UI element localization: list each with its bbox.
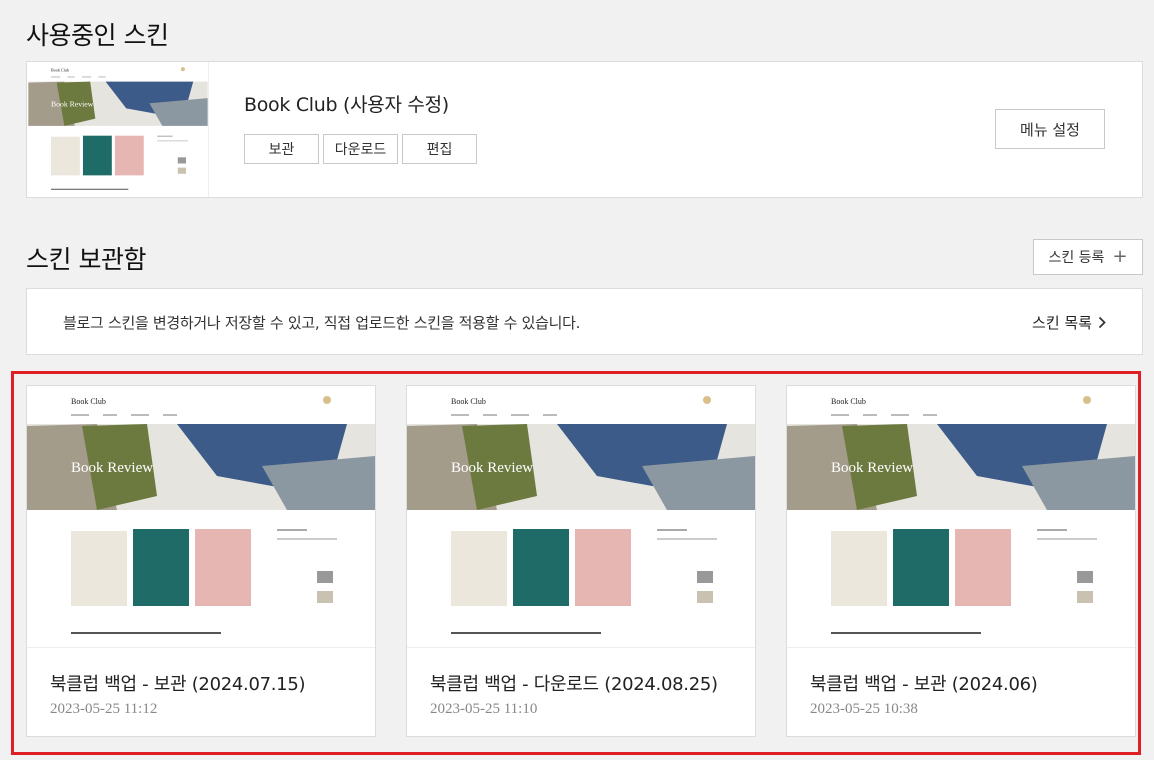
register-skin-label: 스킨 등록 <box>1048 250 1105 266</box>
storage-info-bar: 블로그 스킨을 변경하거나 저장할 수 있고, 직접 업로드한 스킨을 적용할 … <box>26 288 1143 355</box>
skin-preview-image: Book Club Book Review <box>787 386 1135 647</box>
skin-list-label: 스킨 목록 <box>1032 314 1092 332</box>
skin-name: 북클럽 백업 - 보관 (2024.07.15) <box>50 674 306 695</box>
skin-name: 북클럽 백업 - 다운로드 (2024.08.25) <box>430 674 718 695</box>
skin-date: 2023-05-25 10:38 <box>810 701 918 717</box>
skin-list-link[interactable]: 스킨 목록 <box>1032 312 1106 333</box>
skin-date: 2023-05-25 11:12 <box>50 701 158 717</box>
menu-settings-button[interactable]: 메뉴 설정 <box>995 109 1105 149</box>
preview-hero-text: Book Review <box>71 460 153 476</box>
register-skin-button[interactable]: 스킨 등록 + <box>1033 239 1143 275</box>
current-skin-name: Book Club (사용자 수정) <box>244 94 449 116</box>
current-skin-title: 사용중인 스킨 <box>26 21 169 50</box>
current-skin-thumbnail: Book Club Book Review <box>27 62 209 197</box>
skin-card[interactable]: Book Club Book Review 북클럽 백업 - 보관 (2024.… <box>786 385 1136 737</box>
preview-hero-text: Book Review <box>51 99 94 108</box>
plus-icon: + <box>1112 246 1128 267</box>
skin-thumbnail: Book Club Book Review <box>787 386 1135 648</box>
preview-logo: Book Club <box>51 67 69 72</box>
skin-preview-image: Book Club Book Review <box>27 386 375 647</box>
skin-name: 북클럽 백업 - 보관 (2024.06) <box>810 674 1038 695</box>
edit-button[interactable]: 편집 <box>402 134 477 164</box>
preview-hero-text: Book Review <box>451 460 533 476</box>
skin-card[interactable]: Book Club Book Review 북클럽 백업 - 보관 (2024.… <box>26 385 376 737</box>
skin-thumbnail: Book Club Book Review <box>27 386 375 648</box>
current-skin-card: Book Club Book Review Book Club (사용자 수정)… <box>26 61 1143 198</box>
skin-storage-title: 스킨 보관함 <box>26 245 146 274</box>
chevron-right-icon <box>1098 316 1106 329</box>
skin-date: 2023-05-25 11:10 <box>430 701 538 717</box>
skin-card[interactable]: Book Club Book Review 북클럽 백업 - 다운로드 (202… <box>406 385 756 737</box>
skin-preview-image: Book Club Book Review <box>28 62 208 197</box>
preview-logo: Book Club <box>831 397 866 406</box>
storage-info-text: 블로그 스킨을 변경하거나 저장할 수 있고, 직접 업로드한 스킨을 적용할 … <box>63 314 581 332</box>
skin-thumbnail: Book Club Book Review <box>407 386 755 648</box>
preview-hero-text: Book Review <box>831 460 913 476</box>
skin-preview-image: Book Club Book Review <box>407 386 755 647</box>
preview-logo: Book Club <box>71 397 106 406</box>
preview-logo: Book Club <box>451 397 486 406</box>
current-skin-info: Book Club (사용자 수정) 보관 다운로드 편집 <box>244 90 477 164</box>
current-skin-actions: 보관 다운로드 편집 <box>244 134 477 164</box>
archive-button[interactable]: 보관 <box>244 134 319 164</box>
download-button[interactable]: 다운로드 <box>323 134 398 164</box>
